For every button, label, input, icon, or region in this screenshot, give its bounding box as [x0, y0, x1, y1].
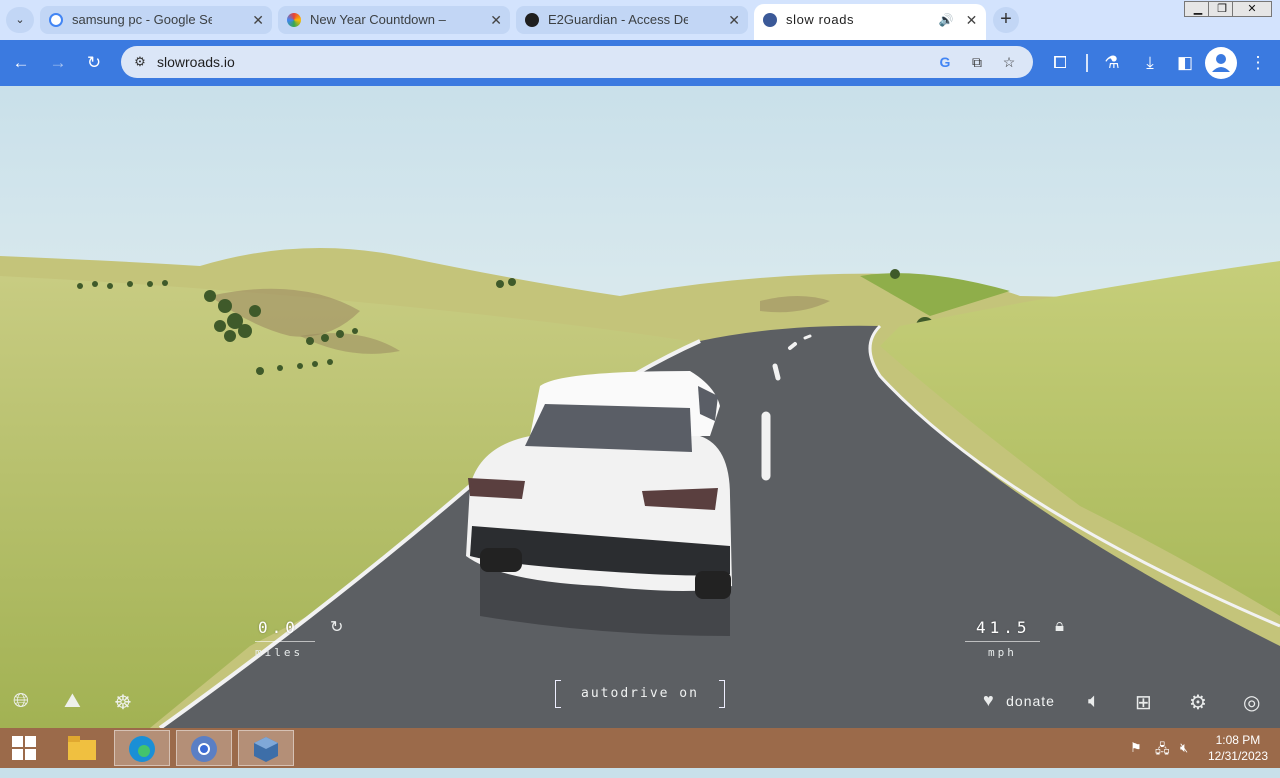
new-tab-button[interactable]: +	[993, 7, 1019, 33]
taskbar: ⚑ 🖧 🔇︎ 1:08 PM 12/31/2023	[0, 728, 1280, 768]
download-icon[interactable]: ⤓	[1137, 50, 1163, 76]
virtualbox-icon[interactable]	[238, 730, 294, 766]
steering-wheel-icon[interactable]: ☸	[114, 690, 132, 715]
speaker-icon[interactable]: 🔊	[938, 4, 954, 36]
flag-icon[interactable]: ⚑	[1130, 740, 1142, 756]
close-icon[interactable]: ✕	[1232, 1, 1272, 17]
browser-toolbar: ← → ↻ ⚙ slowroads.io G ⧉ ☆ ⧠ ⚗ ⤓ ◧ ⋮	[0, 40, 1280, 86]
labs-flask-icon[interactable]: ⚗	[1099, 50, 1125, 76]
system-clock[interactable]: 1:08 PM 12/31/2023	[1208, 732, 1268, 764]
tab-title: slow roads	[786, 12, 855, 27]
donate-label: donate	[1006, 693, 1055, 709]
network-icon[interactable]: 🖧	[1155, 740, 1170, 762]
bracket-left	[555, 680, 561, 708]
coffee-icon: ♥	[983, 690, 994, 710]
back-icon[interactable]: ←	[8, 50, 34, 76]
tab-e2guardian[interactable]: E2Guardian - Access Denied ✕	[516, 6, 748, 34]
bookmark-star-icon[interactable]: ☆	[999, 52, 1019, 72]
google-icon	[49, 13, 63, 27]
donate-button[interactable]: ♥ donate	[983, 690, 1055, 711]
fingerprint-icon[interactable]: ◎	[1243, 690, 1260, 715]
close-tab-icon[interactable]: ✕	[490, 6, 502, 34]
reload-icon[interactable]: ↻	[81, 50, 107, 76]
tab-new-year-countdown[interactable]: New Year Countdown – Count ✕	[278, 6, 510, 34]
tab-title: E2Guardian - Access Denied	[548, 12, 688, 27]
tab-strip: ⌄ samsung pc - Google Search ✕ New Year …	[0, 0, 1280, 40]
person-icon	[1212, 54, 1230, 72]
install-app-icon[interactable]: ⧉	[967, 52, 987, 72]
close-tab-icon[interactable]: ✕	[966, 4, 978, 36]
lock-icon[interactable]: 🔒︎	[1055, 616, 1064, 636]
profile-avatar[interactable]	[1205, 47, 1237, 79]
tab-title: samsung pc - Google Search	[72, 12, 212, 27]
tab-title: New Year Countdown – Count	[310, 12, 450, 27]
close-tab-icon[interactable]: ✕	[728, 6, 740, 34]
speed-unit: mph	[988, 646, 1017, 659]
clock-date: 12/31/2023	[1207, 749, 1268, 763]
autodrive-toggle[interactable]: autodrive on	[555, 680, 725, 710]
toolbar-divider	[1086, 54, 1088, 72]
slowroads-icon	[763, 13, 777, 27]
settings-icon[interactable]: ⚙	[1189, 690, 1207, 715]
close-tab-icon[interactable]: ✕	[252, 6, 264, 34]
tab-slow-roads[interactable]: slow roads 🔊 ✕	[754, 4, 986, 40]
volume-muted-icon[interactable]: 🔇︎	[1180, 740, 1188, 756]
autodrive-label: autodrive on	[581, 686, 699, 701]
tab-search-button[interactable]: ⌄	[6, 7, 34, 33]
extensions-icon[interactable]: ⧠	[1047, 50, 1073, 76]
menu-kebab-icon[interactable]: ⋮	[1245, 50, 1271, 76]
speed-value: 41.5	[976, 618, 1031, 637]
bracket-right	[719, 680, 725, 708]
url-text[interactable]: slowroads.io	[157, 46, 235, 78]
chrome-icon[interactable]	[176, 730, 232, 766]
game-scene	[0, 86, 1280, 728]
google-lens-icon[interactable]: G	[935, 52, 955, 72]
forward-icon[interactable]: →	[45, 50, 71, 76]
distance-unit: miles	[255, 646, 304, 659]
terrain-icon[interactable]: ⛰︎	[64, 690, 81, 713]
map-grid-icon[interactable]: ⊞	[1135, 690, 1152, 715]
address-bar[interactable]: ⚙ slowroads.io G ⧉ ☆	[121, 46, 1033, 78]
edge-icon[interactable]	[114, 730, 170, 766]
hud-underline	[965, 641, 1040, 642]
clock-time: 1:08 PM	[1215, 733, 1261, 747]
globe-icon[interactable]: 🌐︎	[13, 690, 29, 713]
distance-value: 0.0	[258, 618, 299, 637]
hud-underline	[255, 641, 315, 642]
game-viewport[interactable]: 0.0 miles ↻ 41.5 mph 🔒︎ autodrive on 🌐︎ …	[0, 86, 1280, 728]
tab-google-search[interactable]: samsung pc - Google Search ✕	[40, 6, 272, 34]
site-info-icon[interactable]: ⚙	[131, 53, 149, 71]
countdown-icon	[287, 13, 301, 27]
github-icon	[525, 13, 539, 27]
side-panel-icon[interactable]: ◧	[1172, 50, 1198, 76]
windows-start-icon[interactable]	[0, 730, 48, 766]
reset-distance-icon[interactable]: ↻	[330, 617, 343, 637]
volume-icon[interactable]: 🔈︎	[1088, 690, 1100, 713]
file-explorer-icon[interactable]	[54, 730, 110, 766]
